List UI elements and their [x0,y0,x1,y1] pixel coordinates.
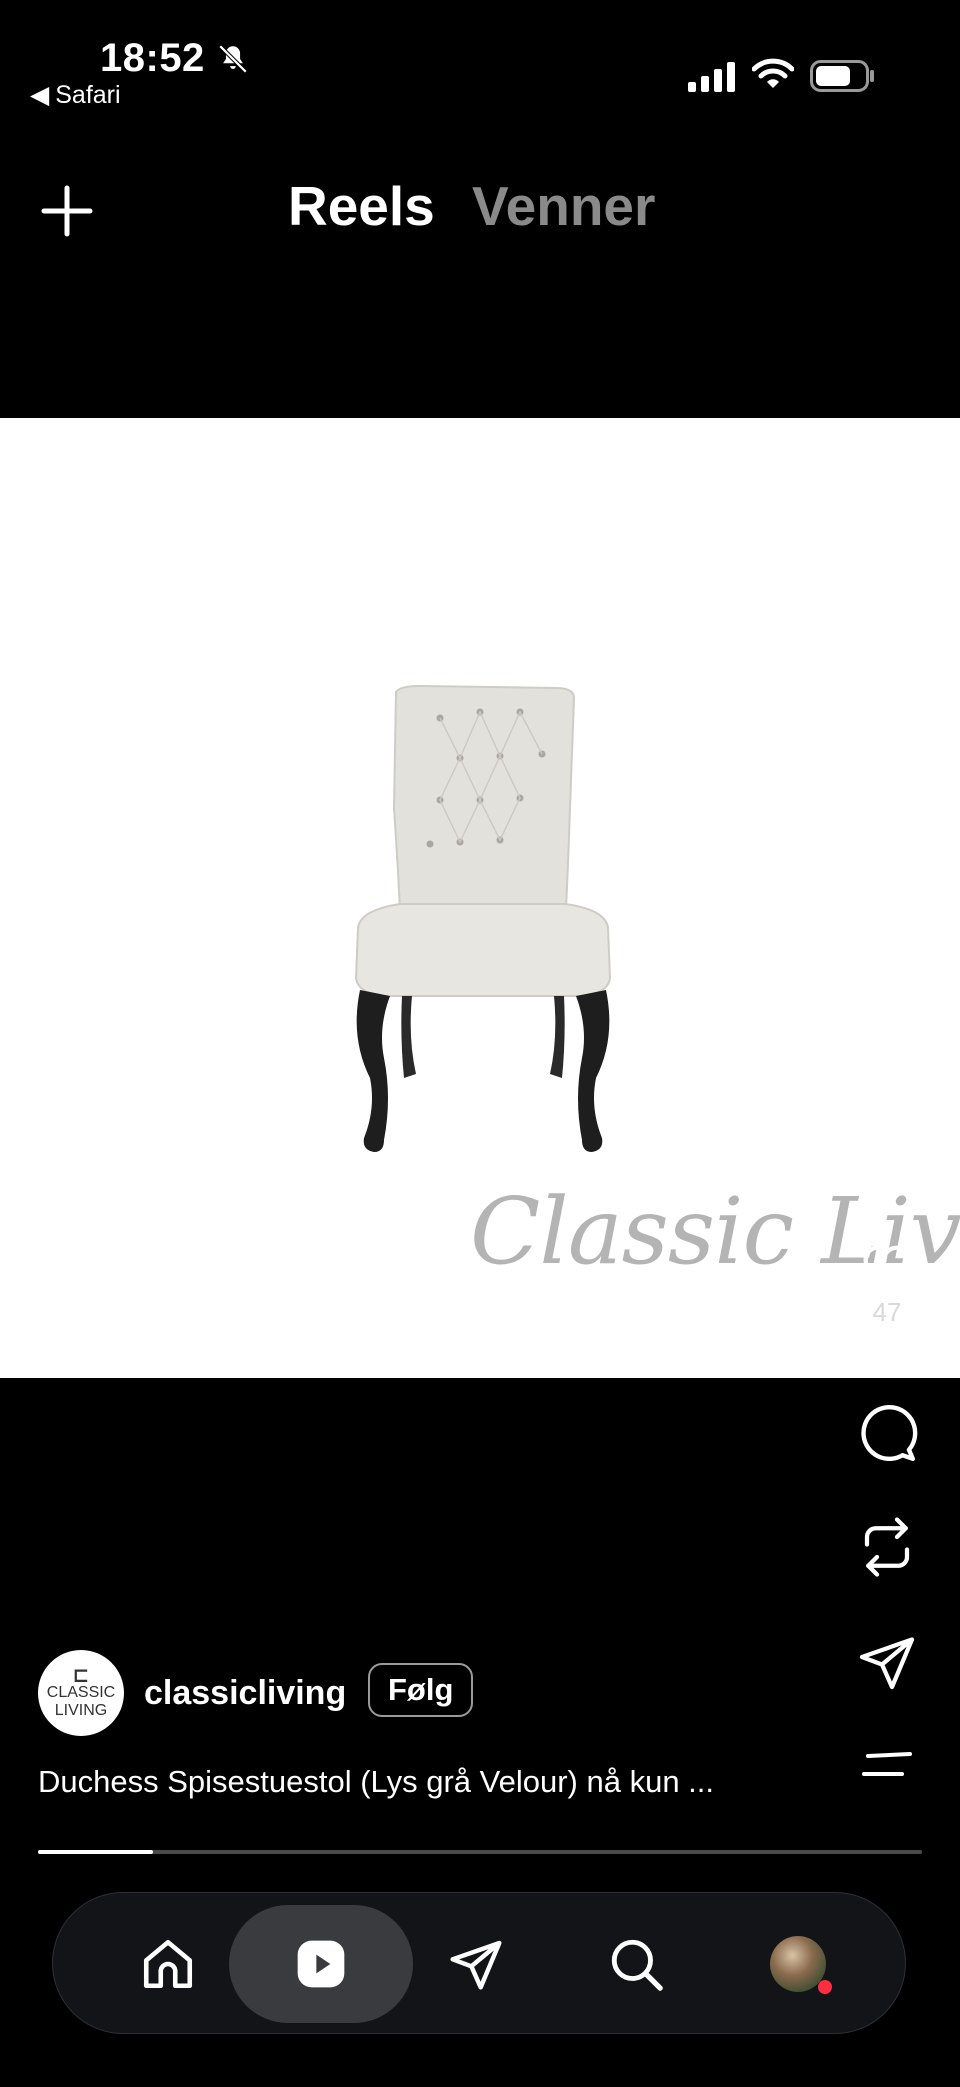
status-time: 18:52 [100,36,205,80]
nav-reels[interactable] [229,1893,413,2035]
heart-icon [863,1245,911,1292]
author-username[interactable]: classicliving [144,1674,346,1713]
video-progress-bar[interactable] [38,1850,922,1854]
video-progress-fill [38,1850,153,1854]
like-count: 47 [872,1297,902,1327]
search-icon [611,1939,663,1991]
comment-icon [861,1404,918,1462]
tab-friends[interactable]: Venner [472,174,655,238]
bottom-nav [52,1892,906,2034]
messages-icon [450,1940,502,1990]
avatar-logo-text-bottom: LIVING [54,1702,108,1719]
back-arrow-icon: ◀ [30,81,50,109]
nav-search[interactable] [581,1893,691,2035]
profile-avatar [770,1936,832,1994]
home-icon [143,1939,193,1989]
comment-button[interactable] [852,1402,922,1464]
menu-lines-icon [862,1752,912,1776]
more-options-button[interactable] [852,1748,922,1782]
author-avatar[interactable]: ⊏ CLASSIC LIVING [38,1650,124,1736]
tab-reels[interactable]: Reels [288,174,435,238]
send-icon [859,1637,915,1690]
notification-dot [818,1980,832,1994]
repost-button[interactable] [852,1514,922,1580]
nav-home[interactable] [113,1893,223,2035]
back-to-app-link[interactable]: ◀ Safari [30,80,121,110]
nav-reels-active-pill [229,1905,413,2023]
reel-media[interactable]: Classic Living [0,418,960,1378]
chair-image [354,684,612,1152]
nav-messages[interactable] [421,1893,531,2035]
back-app-label: Safari [55,80,121,109]
signal-icon [688,62,736,97]
create-plus-button[interactable] [40,184,94,238]
share-button[interactable] [852,1632,922,1692]
nav-profile[interactable] [743,1893,853,2035]
reels-icon [297,1940,345,1988]
bell-muted-icon [216,42,250,81]
post-caption[interactable]: Duchess Spisestuestol (Lys grå Velour) n… [38,1764,714,1800]
follow-button[interactable]: Følg [368,1663,474,1717]
avatar-logo-text-top: CLASSIC [46,1684,116,1701]
battery-icon [810,60,876,97]
repost-icon [864,1517,910,1577]
like-button[interactable]: 47 [852,1235,922,1328]
plus-icon [41,185,93,237]
wifi-icon [751,58,795,95]
avatar-logo-mark: ⊏ [72,1663,90,1687]
